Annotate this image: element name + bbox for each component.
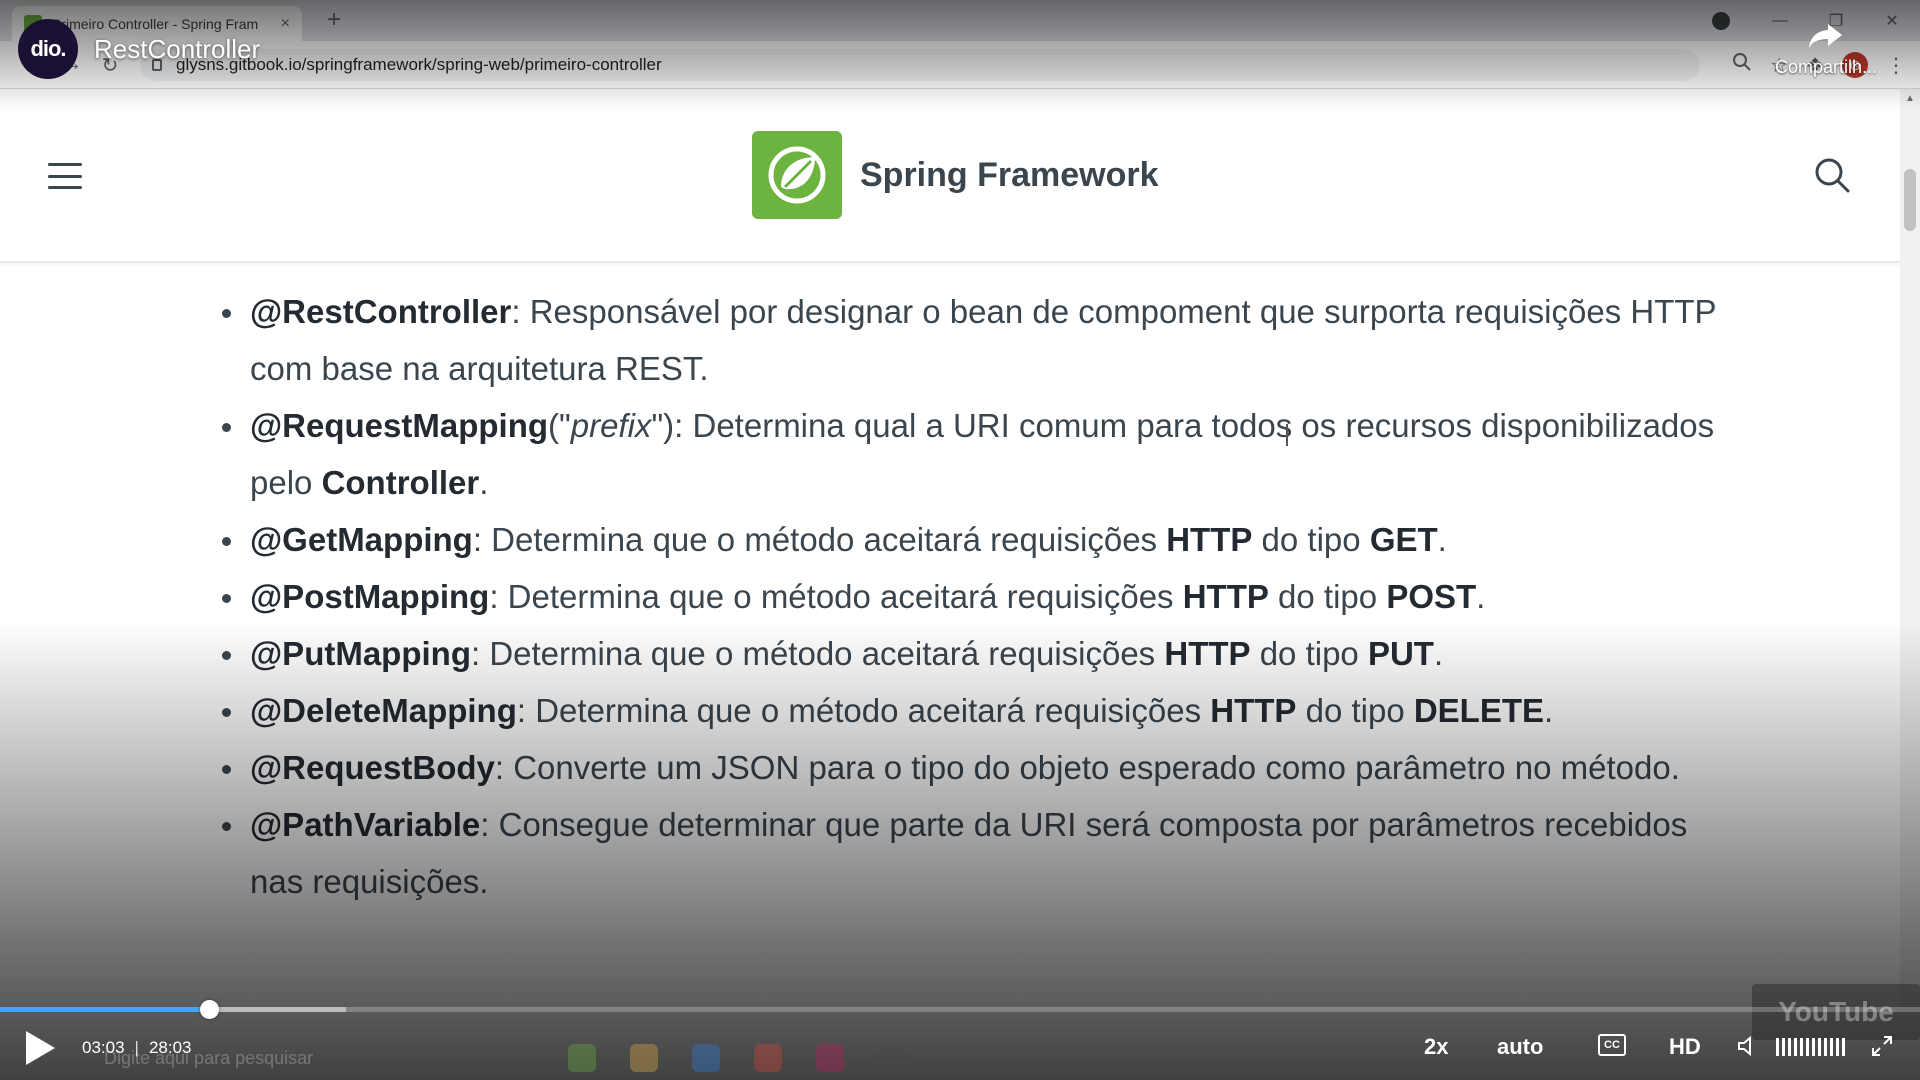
play-button[interactable] xyxy=(22,1028,58,1068)
omnibox[interactable]: glysns.gitbook.io/springframework/spring… xyxy=(140,49,1700,81)
browser-address-bar: ← → ↻ glysns.gitbook.io/springframework/… xyxy=(0,41,1920,89)
share-arrow-icon xyxy=(1809,24,1842,48)
menu-kebab-icon[interactable]: ⋮ xyxy=(1886,53,1906,78)
list-item: @DeleteMapping: Determina que o método a… xyxy=(212,682,1732,739)
scroll-up-icon[interactable]: ▲ xyxy=(1900,93,1920,104)
new-tab-button[interactable]: + xyxy=(318,6,350,34)
record-indicator-icon xyxy=(1712,12,1730,30)
captions-button[interactable]: CC xyxy=(1598,1034,1626,1056)
spring-logo-icon xyxy=(752,131,842,219)
text-cursor-icon xyxy=(1286,424,1288,446)
search-icon[interactable] xyxy=(1812,155,1852,195)
progress-bar[interactable] xyxy=(0,1000,1920,1019)
site-header: Spring Framework xyxy=(0,89,1900,263)
site-brand[interactable]: Spring Framework xyxy=(752,131,1159,219)
list-item: @RequestBody: Converte um JSON para o ti… xyxy=(212,739,1732,796)
zoom-icon[interactable] xyxy=(1732,52,1752,78)
list-item: @GetMapping: Determina que o método acei… xyxy=(212,511,1732,568)
annotation-list: @RestController: Responsável por designa… xyxy=(212,283,1732,910)
list-item: @PutMapping: Determina que o método acei… xyxy=(212,625,1732,682)
site-title: Spring Framework xyxy=(860,155,1159,194)
hamburger-menu-icon[interactable] xyxy=(48,163,82,189)
tab-title: Primeiro Controller - Spring Fram xyxy=(52,15,259,32)
scrollbar-thumb[interactable] xyxy=(1904,169,1916,231)
time-display: 03:03 | 28:03 xyxy=(82,1038,192,1058)
list-item: @PathVariable: Consegue determinar que p… xyxy=(212,796,1732,910)
fullscreen-icon[interactable] xyxy=(1870,1034,1894,1058)
list-item: @RestController: Responsável por designa… xyxy=(212,283,1732,397)
quality-auto-button[interactable]: auto xyxy=(1497,1034,1543,1060)
progress-scrubber[interactable] xyxy=(200,1000,220,1019)
current-time: 03:03 xyxy=(82,1038,125,1057)
list-item: @PostMapping: Determina que o método ace… xyxy=(212,568,1732,625)
video-player[interactable]: Primeiro Controller - Spring Fram × + — … xyxy=(0,0,1920,1080)
share-button[interactable]: Compartilh... xyxy=(1766,22,1886,78)
share-label: Compartilh... xyxy=(1774,57,1878,77)
channel-logo-text: dio. xyxy=(30,36,66,61)
browser-tab-bar: Primeiro Controller - Spring Fram × + — … xyxy=(0,0,1920,41)
page-content: @RestController: Responsável por designa… xyxy=(212,283,1732,910)
progress-played xyxy=(0,1007,210,1012)
volume-icon[interactable] xyxy=(1736,1034,1760,1058)
time-separator: | xyxy=(134,1038,139,1057)
duration: 28:03 xyxy=(148,1038,192,1057)
video-title[interactable]: RestController xyxy=(94,34,260,65)
player-controls: 03:03 | 28:03 2x auto CC HD xyxy=(0,1020,1920,1080)
list-item: @RequestMapping("prefix"): Determina qua… xyxy=(212,397,1732,511)
hd-button[interactable]: HD xyxy=(1669,1034,1701,1060)
playback-speed-button[interactable]: 2x xyxy=(1424,1034,1448,1060)
page-scrollbar[interactable]: ▲ xyxy=(1900,89,1920,1009)
channel-avatar[interactable]: dio. xyxy=(18,19,78,79)
tab-close-icon[interactable]: × xyxy=(281,15,290,33)
volume-slider[interactable] xyxy=(1776,1034,1845,1056)
